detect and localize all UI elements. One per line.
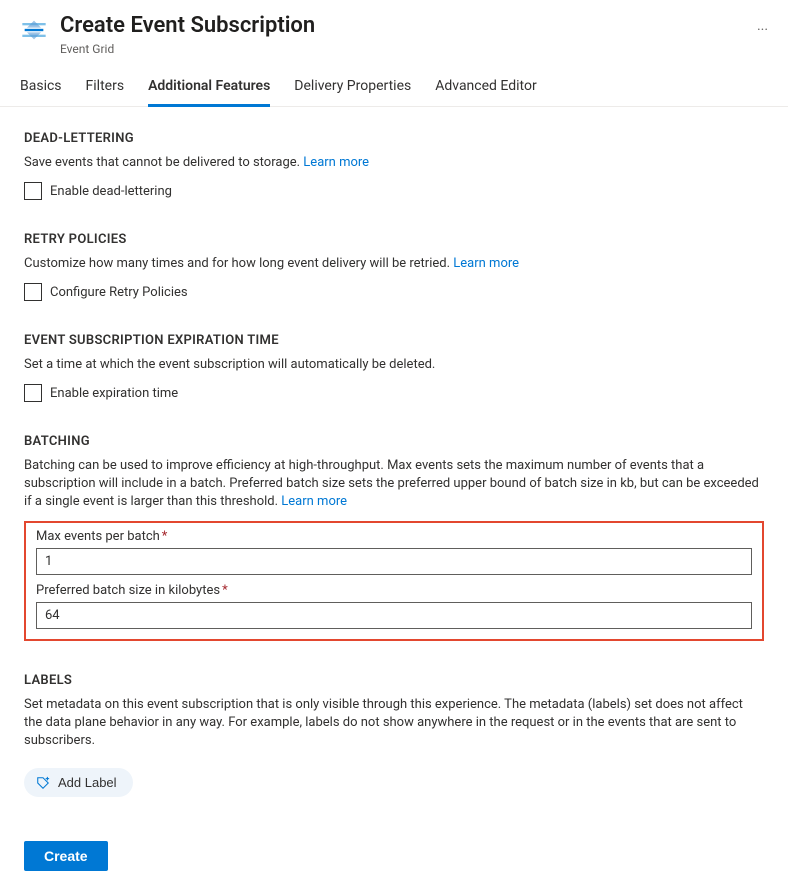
retry-learn-more-link[interactable]: Learn more (453, 256, 519, 271)
batch-size-label: Preferred batch size in kilobytes* (36, 583, 752, 598)
dead-lettering-title: DEAD-LETTERING (24, 131, 764, 146)
batching-learn-more-link[interactable]: Learn more (281, 494, 347, 509)
page-header: Create Event Subscription Event Grid ··· (0, 0, 788, 64)
retry-policies-desc: Customize how many times and for how lon… (24, 255, 764, 273)
tab-bar: Basics Filters Additional Features Deliv… (0, 64, 788, 107)
enable-dead-lettering-row: Enable dead-lettering (24, 182, 764, 200)
batching-section: BATCHING Batching can be used to improve… (24, 434, 764, 641)
tab-filters[interactable]: Filters (86, 72, 125, 107)
required-indicator: * (222, 583, 228, 598)
labels-section: LABELS Set metadata on this event subscr… (24, 673, 764, 797)
max-events-label: Max events per batch* (36, 529, 752, 544)
batching-desc: Batching can be used to improve efficien… (24, 457, 764, 511)
max-events-label-text: Max events per batch (36, 529, 160, 544)
batch-size-input[interactable] (36, 602, 752, 629)
tab-basics[interactable]: Basics (20, 72, 62, 107)
labels-title: LABELS (24, 673, 764, 688)
enable-expiration-checkbox[interactable] (24, 384, 42, 402)
expiration-title: EVENT SUBSCRIPTION EXPIRATION TIME (24, 333, 764, 348)
page-title: Create Event Subscription (60, 12, 729, 40)
retry-policies-section: RETRY POLICIES Customize how many times … (24, 232, 764, 301)
dead-lettering-learn-more-link[interactable]: Learn more (303, 155, 369, 170)
configure-retry-checkbox[interactable] (24, 283, 42, 301)
enable-dead-lettering-checkbox[interactable] (24, 182, 42, 200)
configure-retry-row: Configure Retry Policies (24, 283, 764, 301)
dead-lettering-section: DEAD-LETTERING Save events that cannot b… (24, 131, 764, 200)
enable-dead-lettering-label: Enable dead-lettering (50, 184, 172, 199)
content-area: DEAD-LETTERING Save events that cannot b… (0, 107, 788, 825)
event-grid-icon (20, 16, 48, 44)
labels-desc: Set metadata on this event subscription … (24, 696, 764, 750)
retry-policies-title: RETRY POLICIES (24, 232, 764, 247)
expiration-desc: Set a time at which the event subscripti… (24, 356, 764, 374)
create-button[interactable]: Create (24, 841, 108, 871)
batching-title: BATCHING (24, 434, 764, 449)
expiration-section: EVENT SUBSCRIPTION EXPIRATION TIME Set a… (24, 333, 764, 402)
max-events-input[interactable] (36, 548, 752, 575)
page-subtitle: Event Grid (60, 42, 729, 56)
configure-retry-label: Configure Retry Policies (50, 285, 188, 300)
more-actions-icon[interactable]: ··· (757, 22, 768, 38)
dead-lettering-desc-text: Save events that cannot be delivered to … (24, 155, 303, 170)
batching-desc-text: Batching can be used to improve efficien… (24, 458, 759, 509)
enable-expiration-label: Enable expiration time (50, 386, 178, 401)
tag-plus-icon (36, 776, 50, 790)
max-events-field: Max events per batch* (36, 529, 752, 575)
batch-size-field: Preferred batch size in kilobytes* (36, 583, 752, 629)
batch-size-label-text: Preferred batch size in kilobytes (36, 583, 220, 598)
dead-lettering-desc: Save events that cannot be delivered to … (24, 154, 764, 172)
retry-policies-desc-text: Customize how many times and for how lon… (24, 256, 453, 271)
required-indicator: * (162, 529, 168, 544)
enable-expiration-row: Enable expiration time (24, 384, 764, 402)
tab-additional-features[interactable]: Additional Features (148, 72, 270, 107)
add-label-button[interactable]: Add Label (24, 768, 133, 797)
batching-highlight-box: Max events per batch* Preferred batch si… (24, 521, 764, 641)
tab-advanced-editor[interactable]: Advanced Editor (435, 72, 536, 107)
tab-delivery-properties[interactable]: Delivery Properties (294, 72, 411, 107)
footer: Create (0, 825, 788, 895)
add-label-text: Add Label (58, 775, 117, 790)
